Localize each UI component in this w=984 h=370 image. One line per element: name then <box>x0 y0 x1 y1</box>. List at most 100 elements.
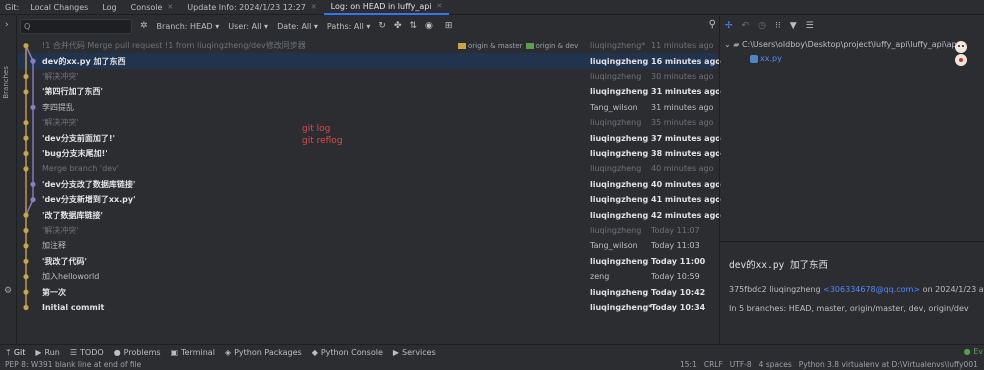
magnifier-icon[interactable]: ⚲ <box>709 19 716 30</box>
commit-author: liuqingzheng <box>590 287 649 297</box>
tool-window-todo[interactable]: ☰ TODO <box>70 348 104 357</box>
filter-icon[interactable]: ▼ <box>790 21 797 31</box>
close-tab-icon[interactable]: ✕ <box>437 2 443 10</box>
annotation-git-reflog: git reflog <box>302 136 343 146</box>
search-input[interactable] <box>30 21 126 31</box>
history-icon[interactable]: ◷ <box>758 21 766 31</box>
commit-message: '改了数据库链接' <box>42 210 103 220</box>
commit-row[interactable]: 李四提乱 Tang_wilson 31 minutes ago <box>18 100 718 115</box>
commit-message: 'dev分支改了数据库链接' <box>42 179 136 189</box>
refresh-icon[interactable]: ↻ <box>378 21 386 31</box>
tool-window-label: Git <box>13 347 26 357</box>
changed-file[interactable]: xx.py <box>750 54 782 63</box>
sort-icon[interactable]: ⇅ <box>409 21 417 31</box>
interpreter[interactable]: Python 3.8 virtualenv at D:\Virtualenvs\… <box>799 360 978 369</box>
commit-author: Tang_wilson <box>590 102 638 112</box>
search-box[interactable]: Q <box>20 18 132 34</box>
commit-date: 31 minutes ago <box>651 102 714 112</box>
group-icon[interactable]: ⁝⁝ <box>775 21 781 31</box>
commit-message: '解决冲突' <box>42 71 79 81</box>
commit-row[interactable]: '第四行加了东西' liuqingzheng 31 minutes ago <box>18 84 721 99</box>
tool-window-label: Run <box>44 347 60 357</box>
commit-author: liuqingzheng <box>590 71 642 81</box>
commit-row[interactable]: 加入helloworld zeng Today 10:59 <box>18 269 718 284</box>
commit-meta: 375fbdc2 liuqingzheng <306334678@qq.com>… <box>729 285 984 294</box>
commit-date: 42 minutes ago <box>651 210 721 220</box>
close-tab-icon[interactable]: ✕ <box>167 3 173 11</box>
file-encoding[interactable]: UTF-8 <box>730 360 752 369</box>
tool-window-python-packages[interactable]: ◈ Python Packages <box>225 348 302 357</box>
changed-path-node[interactable]: ⌄ ▰ C:\Users\oldboy\Desktop\project\luff… <box>724 40 957 49</box>
branch-filter[interactable]: Branch: HEAD ▾ <box>157 22 220 31</box>
commit-row[interactable]: '解决冲突' liuqingzheng 30 minutes ago <box>18 69 718 84</box>
tool-window-bar: ᛘ Git ▶ Run ☰ TODO ● Problems ▣ Terminal ◈ Python P… <box>0 344 984 359</box>
commit-message: Initial commit <box>42 302 105 312</box>
status-bar: PEP 8: W391 blank line at end of file 15… <box>0 359 984 370</box>
git-icon: ᛘ <box>6 347 11 357</box>
user-filter[interactable]: User: All ▾ <box>228 22 268 31</box>
settings-icon[interactable]: ✲ <box>140 21 148 31</box>
details-divider <box>720 241 984 242</box>
commit-row[interactable]: '改了数据库链接' liuqingzheng 42 minutes ago <box>18 207 721 222</box>
commit-node <box>23 243 29 249</box>
commit-date: 30 minutes ago <box>651 71 714 81</box>
settings-gear-icon[interactable]: ⚙ <box>4 286 12 296</box>
commit-node <box>23 135 29 141</box>
commit-row[interactable]: '我改了代码' liuqingzheng Today 11:00 <box>18 254 718 269</box>
tab-3[interactable]: Update Info: 2024/1/23 12:27 ✕ <box>180 0 323 15</box>
tool-window-terminal[interactable]: ▣ Terminal <box>171 348 215 357</box>
commit-row[interactable]: !1 合并代码 Merge pull request !1 from liuqi… <box>18 38 718 53</box>
tab-1[interactable]: Log <box>95 0 123 15</box>
date-filter[interactable]: Date: All ▾ <box>277 22 318 31</box>
commit-row[interactable]: 'bug分支末尾加!' liuqingzheng 38 minutes ago <box>18 146 721 161</box>
pin-icon[interactable]: ✢ <box>725 21 733 31</box>
tool-window-git[interactable]: ᛘ Git <box>6 348 25 357</box>
event-log-button[interactable]: ● Ev <box>964 347 983 356</box>
eye-icon[interactable]: ◉ <box>425 21 433 31</box>
paths-filter[interactable]: Paths: All ▾ <box>327 22 370 31</box>
expand-chevron-icon[interactable]: › <box>5 20 9 30</box>
commit-row[interactable]: 'dev分支改了数据库链接' liuqingzheng 40 minutes ago <box>18 177 721 192</box>
commit-row[interactable]: 第一次 liuqingzheng Today 10:42 <box>18 284 718 299</box>
branches-toggle[interactable]: Branches <box>2 66 10 99</box>
caret-position[interactable]: 15:1 <box>680 360 697 369</box>
new-tab-icon[interactable]: ⊞ <box>445 21 453 31</box>
commit-email-link[interactable]: <306334678@qq.com> <box>823 285 920 294</box>
undo-icon[interactable]: ↶ <box>742 21 750 31</box>
commit-message: '我改了代码' <box>42 256 87 266</box>
commit-node <box>23 289 29 295</box>
commit-row[interactable]: 'dev分支前面加了!' liuqingzheng 37 minutes ago <box>18 130 721 145</box>
commit-row[interactable]: dev的xx.py 加了东西 liuqingzheng 16 minutes ago <box>18 53 721 69</box>
tool-window-services[interactable]: ▶ Services <box>393 348 436 357</box>
line-separator[interactable]: CRLF <box>704 360 723 369</box>
annotation-git-log: git log <box>302 124 331 134</box>
folder-icon: ▰ <box>733 40 740 49</box>
tool-window-problems[interactable]: ● Problems <box>114 348 161 357</box>
commit-row[interactable]: 加注释 Tang_wilson Today 11:03 <box>18 238 718 253</box>
commit-author: liuqingzheng <box>590 133 649 143</box>
commit-row[interactable]: '解决冲突' liuqingzheng Today 11:07 <box>18 223 718 238</box>
commit-row[interactable]: '解决冲突' liuqingzheng 35 minutes ago <box>18 115 718 130</box>
commit-row[interactable]: Initial commit liuqingzheng* Today 10:34 <box>18 300 718 315</box>
tab-4[interactable]: Log: on HEAD in luffy_api ✕ <box>323 0 450 15</box>
commit-row[interactable]: 'dev分支新增到了xx.py' liuqingzheng 41 minutes a… <box>18 192 721 207</box>
commit-author: liuqingzheng <box>590 195 649 205</box>
layout-icon[interactable]: ☰ <box>806 21 814 31</box>
commit-node <box>30 58 36 64</box>
tool-window-label: TODO <box>80 347 104 357</box>
commit-node <box>23 212 29 218</box>
tab-0[interactable]: Local Changes <box>23 0 95 15</box>
commit-node <box>23 120 29 126</box>
commit-date: 37 minutes ago <box>651 133 721 143</box>
tool-window-run[interactable]: ▶ Run <box>35 348 60 357</box>
indent-setting[interactable]: 4 spaces <box>759 360 792 369</box>
event-log-label: Ev <box>973 347 983 356</box>
close-tab-icon[interactable]: ✕ <box>311 3 317 11</box>
tool-window-python-console[interactable]: ◆ Python Console <box>312 348 383 357</box>
commit-date: Today 10:34 <box>651 302 706 312</box>
commit-row[interactable]: Merge branch 'dev' liuqingzheng 40 minutes… <box>18 161 718 176</box>
changed-path: C:\Users\oldboy\Desktop\project\luffy_ap… <box>741 40 957 49</box>
cherry-pick-icon[interactable]: ✤ <box>394 21 402 31</box>
commit-message: '解决冲突' <box>42 118 79 128</box>
tab-2[interactable]: Console ✕ <box>124 0 181 15</box>
